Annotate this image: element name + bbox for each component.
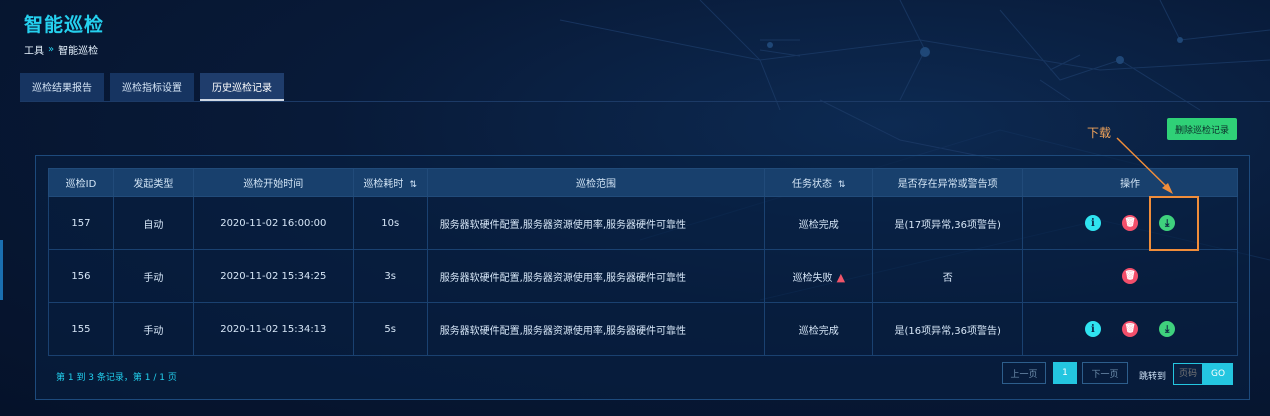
cell-start-time: 2020-11-02 16:00:00 [192, 196, 354, 250]
status-text: 巡检完成 [798, 325, 839, 337]
column-header-duration[interactable]: 巡检耗时 ⇅ [352, 168, 428, 197]
breadcrumb: 工具 » 智能巡检 [24, 42, 98, 57]
cell-start-time: 2020-11-02 15:34:13 [192, 302, 354, 356]
sort-icon[interactable]: ⇅ [838, 180, 846, 190]
status-text: 巡检失败 [792, 272, 833, 284]
cell-id: 157 [48, 196, 114, 250]
trash-icon[interactable]: 🗑 [1122, 321, 1139, 337]
info-icon[interactable]: i [1084, 321, 1101, 337]
pager-next-wrap: 下一页 [1082, 362, 1128, 384]
pager-prev-wrap: 上一页 [1002, 362, 1046, 384]
status-text: 巡检完成 [798, 219, 839, 231]
column-header-type: 发起类型 [112, 168, 194, 197]
cell-actions: i 🗑 ⤓ [1022, 196, 1238, 250]
prev-page-button[interactable]: 上一页 [1002, 362, 1046, 384]
cell-duration: 5s [352, 302, 428, 356]
cell-anomaly: 否 [872, 249, 1024, 303]
breadcrumb-item-tools[interactable]: 工具 [24, 42, 44, 57]
history-table: 巡检ID 发起类型 巡检开始时间 巡检耗时 ⇅ 巡检范围 任务状态 ⇅ 是否存在异常… [48, 168, 1238, 356]
table-row: 156 手动 2020-11-02 15:34:25 3s 服务器软硬件配置,服… [48, 249, 1238, 303]
column-header-status-label: 任务状态 [792, 179, 833, 190]
tab-bar: 巡检结果报告 巡检指标设置 历史巡检记录 [20, 73, 284, 101]
delete-records-button[interactable]: 删除巡检记录 [1167, 118, 1238, 140]
next-page-button[interactable]: 下一页 [1082, 362, 1128, 384]
cell-actions: i 🗑 ⤓ [1022, 302, 1238, 356]
tab-history-records[interactable]: 历史巡检记录 [200, 73, 284, 101]
page-number-input[interactable] [1173, 363, 1203, 385]
download-icon[interactable]: ⤓ [1159, 321, 1176, 337]
cell-scope: 服务器软硬件配置,服务器资源使用率,服务器硬件可靠性 [426, 249, 766, 303]
column-header-anomaly: 是否存在异常或警告项 [872, 168, 1024, 197]
cell-status: 巡检完成 [764, 196, 874, 250]
trash-icon[interactable]: 🗑 [1122, 215, 1139, 231]
tab-inspection-report[interactable]: 巡检结果报告 [20, 73, 104, 101]
download-icon[interactable]: ⤓ [1159, 215, 1176, 231]
table-row: 155 手动 2020-11-02 15:34:13 5s 服务器软硬件配置,服… [48, 302, 1238, 356]
column-header-duration-label: 巡检耗时 [363, 179, 404, 190]
go-button[interactable]: GO [1203, 363, 1233, 385]
table-row: 157 自动 2020-11-02 16:00:00 10s 服务器软硬件配置,… [48, 196, 1238, 250]
cell-start-time: 2020-11-02 15:34:25 [192, 249, 354, 303]
page-number-button[interactable]: 1 [1053, 362, 1077, 384]
trash-icon[interactable]: 🗑 [1122, 268, 1139, 284]
cell-status: 巡检失败 ▲ [764, 249, 874, 303]
warning-triangle-icon[interactable]: ▲ [837, 271, 845, 284]
cell-id: 156 [48, 249, 114, 303]
cell-status: 巡检完成 [764, 302, 874, 356]
jump-to-label: 跳转到 [1139, 372, 1167, 382]
cell-scope: 服务器软硬件配置,服务器资源使用率,服务器硬件可靠性 [426, 196, 766, 250]
cell-type: 自动 [112, 196, 194, 250]
cell-id: 155 [48, 302, 114, 356]
cell-duration: 3s [352, 249, 428, 303]
column-header-actions: 操作 [1022, 168, 1238, 197]
column-header-status[interactable]: 任务状态 ⇅ [764, 168, 874, 197]
download-annotation-label: 下载 [1087, 126, 1112, 140]
pager-current-wrap: 1 [1053, 362, 1077, 384]
tab-inspection-settings[interactable]: 巡检指标设置 [110, 73, 194, 101]
cell-anomaly: 是(17项异常,36项警告) [872, 196, 1024, 250]
table-header-row: 巡检ID 发起类型 巡检开始时间 巡检耗时 ⇅ 巡检范围 任务状态 ⇅ 是否存在异常… [48, 168, 1238, 197]
cell-anomaly: 是(16项异常,36项警告) [872, 302, 1024, 356]
pagination-summary: 第 1 到 3 条记录，第 1 / 1 页 [56, 373, 177, 383]
breadcrumb-item-current: 智能巡检 [58, 46, 99, 57]
cell-type: 手动 [112, 302, 194, 356]
breadcrumb-separator: » [48, 44, 55, 55]
column-header-scope: 巡检范围 [426, 168, 766, 197]
sort-icon[interactable]: ⇅ [409, 180, 417, 190]
cell-scope: 服务器软硬件配置,服务器资源使用率,服务器硬件可靠性 [426, 302, 766, 356]
column-header-id: 巡检ID [48, 168, 114, 197]
column-header-start-time: 巡检开始时间 [192, 168, 354, 197]
left-edge-accent [0, 240, 3, 300]
tabs-divider [20, 101, 1270, 102]
cell-duration: 10s [352, 196, 428, 250]
cell-type: 手动 [112, 249, 194, 303]
page-title: 智能巡检 [24, 14, 105, 36]
cell-actions: 🗑 [1022, 249, 1238, 303]
info-icon[interactable]: i [1084, 215, 1101, 231]
